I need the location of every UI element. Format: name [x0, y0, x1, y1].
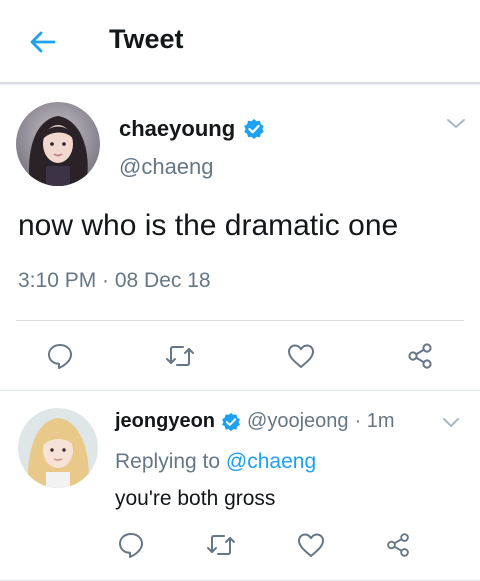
main-tweet: chaeyoung @chaeng now who is the dramati… — [0, 86, 480, 391]
reply-icon[interactable] — [43, 339, 77, 373]
reply-author-handle[interactable]: @yoojeong — [247, 410, 348, 433]
tweet-text: now who is the dramatic one — [18, 209, 399, 242]
verified-badge-icon — [221, 412, 241, 432]
back-arrow-icon[interactable] — [24, 26, 60, 58]
reply-actions — [0, 528, 480, 568]
verified-badge-icon — [243, 118, 265, 140]
top-bar: Tweet — [0, 0, 480, 84]
reply-time: · 1m — [354, 410, 395, 432]
avatar[interactable] — [16, 102, 100, 186]
tweet-timestamp: 3:10 PM · 08 Dec 18 — [18, 269, 211, 292]
divider — [16, 320, 464, 321]
reply-text: you're both gross — [115, 487, 276, 510]
chevron-down-icon[interactable] — [444, 116, 468, 132]
replying-to-label: Replying to — [115, 450, 221, 473]
author-handle[interactable]: @chaeng — [119, 154, 214, 180]
retweet-icon[interactable] — [163, 339, 197, 373]
avatar[interactable] — [18, 408, 98, 488]
author-name[interactable]: chaeyoung — [119, 116, 265, 142]
replying-to-mention[interactable]: @chaeng — [226, 450, 316, 473]
author-name-text[interactable]: chaeyoung — [119, 116, 235, 142]
reply-icon[interactable] — [114, 528, 148, 562]
reply-author-name[interactable]: jeongyeon — [115, 410, 215, 433]
retweet-icon[interactable] — [204, 528, 238, 562]
reply-header: jeongyeon @yoojeong · 1m — [115, 410, 395, 433]
page-title: Tweet — [109, 24, 184, 54]
replying-to: Replying to @chaeng — [115, 450, 316, 474]
share-icon[interactable] — [403, 339, 437, 373]
reply-tweet[interactable]: jeongyeon @yoojeong · 1m Replying to @ch… — [0, 392, 480, 581]
share-icon[interactable] — [381, 528, 415, 562]
like-icon[interactable] — [294, 528, 328, 562]
like-icon[interactable] — [284, 339, 318, 373]
tweet-actions — [0, 339, 480, 379]
chevron-down-icon[interactable] — [440, 416, 462, 430]
